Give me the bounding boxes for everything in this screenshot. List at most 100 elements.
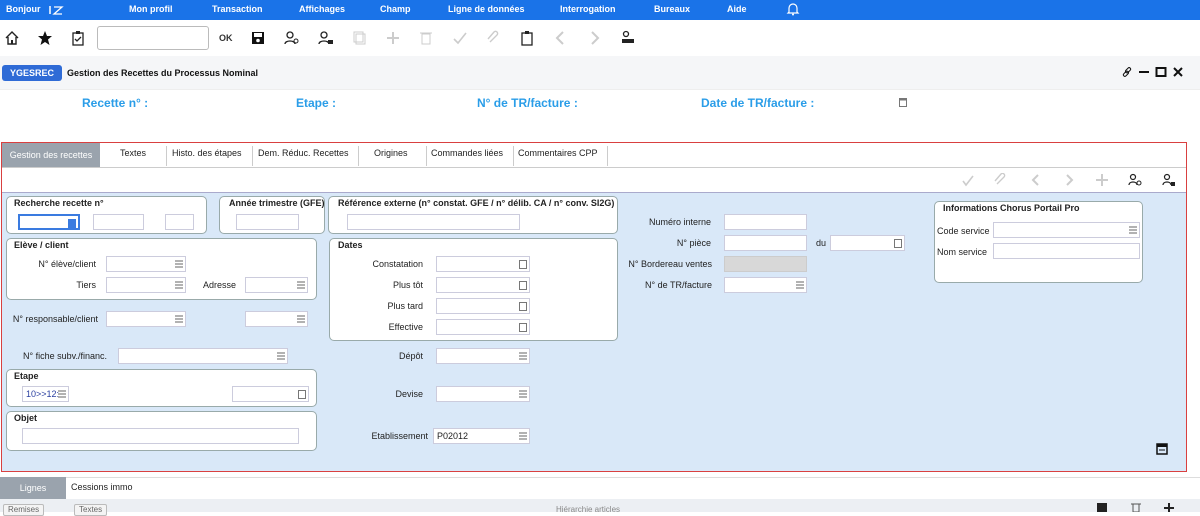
menu-bureaux[interactable]: Bureaux [654, 4, 690, 14]
constatation-field[interactable] [436, 256, 530, 272]
depot-field[interactable] [436, 348, 530, 364]
tab-commentaires-cpp[interactable]: Commentaires CPP [518, 148, 598, 158]
tr-facture-field[interactable] [724, 277, 807, 293]
tab-separator [513, 146, 514, 166]
close-icon[interactable] [1172, 66, 1184, 78]
menu-interrogation[interactable]: Interrogation [560, 4, 616, 14]
table-icon[interactable] [1156, 443, 1168, 455]
list-icon[interactable] [796, 281, 804, 290]
devise-field[interactable] [436, 386, 530, 402]
calendar-icon[interactable] [894, 239, 902, 248]
tab-textes[interactable]: Textes [120, 148, 146, 158]
code-service-field[interactable] [993, 222, 1140, 238]
clipboard-icon[interactable] [519, 30, 535, 46]
calendar-icon[interactable] [519, 281, 527, 290]
hierarchy-label: Hiérarchie articles [556, 505, 621, 514]
minimize-icon[interactable] [1138, 66, 1150, 78]
tab-histo-etapes[interactable]: Histo. des étapes [172, 148, 242, 158]
responsable-field[interactable] [106, 311, 186, 327]
tiers-field[interactable] [106, 277, 186, 293]
eleve-no-field[interactable] [106, 256, 186, 272]
list-icon[interactable] [519, 432, 527, 441]
home-icon[interactable] [4, 30, 20, 46]
menu-affichages[interactable]: Affichages [299, 4, 345, 14]
calendar-icon[interactable] [519, 302, 527, 311]
menu-mon-profil[interactable]: Mon profil [129, 4, 173, 14]
effective-field[interactable] [436, 319, 530, 335]
save-icon[interactable] [1097, 503, 1107, 512]
recherche-recette-field-3[interactable] [165, 214, 194, 230]
list-icon[interactable] [519, 352, 527, 361]
copy-icon [352, 30, 368, 46]
piece-field[interactable] [724, 235, 807, 251]
stamp-icon[interactable] [620, 30, 636, 46]
recette-header-label: Recette n° : [82, 96, 149, 110]
etablissement-label: Etablissement [371, 431, 428, 441]
tab-commandes-liees[interactable]: Commandes liées [431, 148, 503, 158]
plus-tot-field[interactable] [436, 277, 530, 293]
tab-origines[interactable]: Origines [374, 148, 408, 158]
calendar-icon[interactable] [899, 97, 907, 107]
code-service-label: Code service [937, 226, 990, 236]
maximize-icon[interactable] [1155, 66, 1167, 78]
date-tr-header-label: Date de TR/facture : [701, 96, 815, 110]
calendar-icon[interactable] [519, 323, 527, 332]
list-icon[interactable] [175, 315, 183, 324]
chorus-box [934, 201, 1143, 283]
window-title: Gestion des Recettes du Processus Nomina… [67, 68, 259, 78]
top-menu-bar: Bonjour Mon profil Transaction Affichage… [0, 0, 1200, 20]
calendar-icon[interactable] [298, 390, 306, 399]
reference-externe-field[interactable] [347, 214, 520, 230]
list-icon[interactable] [297, 315, 305, 324]
quick-search-input[interactable] [97, 26, 209, 50]
link-icon[interactable] [1121, 66, 1133, 78]
clipboard-check-icon[interactable] [70, 30, 86, 46]
etape-field[interactable]: 10>>12: [22, 386, 69, 402]
bell-icon[interactable] [786, 2, 800, 16]
list-icon[interactable] [519, 390, 527, 399]
user-key-icon[interactable] [1162, 173, 1176, 187]
add-icon [1095, 173, 1109, 187]
tab-dem-reduc-recettes[interactable]: Dem. Réduc. Recettes [258, 148, 349, 158]
recherche-recette-field-2[interactable] [93, 214, 144, 230]
numero-interne-field[interactable] [724, 214, 807, 230]
responsable-field-2[interactable] [245, 311, 308, 327]
list-icon[interactable] [1129, 226, 1137, 235]
remises-button[interactable]: Remises [3, 504, 45, 516]
tab-lignes[interactable]: Lignes [0, 477, 66, 499]
annee-trimestre-field[interactable] [236, 214, 299, 230]
ok-button[interactable]: OK [219, 33, 233, 43]
textes-button[interactable]: Textes [74, 504, 108, 516]
piece-date-field[interactable] [830, 235, 905, 251]
depot-label: Dépôt [398, 351, 423, 361]
etape-date-field[interactable] [232, 386, 309, 402]
fiche-subv-field[interactable] [118, 348, 288, 364]
tab-cessions-immo[interactable]: Cessions immo [71, 482, 133, 492]
save-icon[interactable] [250, 30, 266, 46]
list-icon[interactable] [175, 260, 183, 269]
menu-champ[interactable]: Champ [380, 4, 411, 14]
menu-ligne-de-donnees[interactable]: Ligne de données [448, 4, 525, 14]
menu-aide[interactable]: Aide [727, 4, 747, 14]
list-icon[interactable] [175, 281, 183, 290]
nom-service-label: Nom service [937, 247, 988, 257]
tab-gestion-des-recettes[interactable]: Gestion des recettes [2, 143, 100, 168]
list-icon[interactable] [68, 219, 76, 228]
objet-field[interactable] [22, 428, 299, 444]
user-search-icon[interactable] [1128, 173, 1142, 187]
list-icon[interactable] [58, 390, 66, 399]
user-search-icon[interactable] [284, 30, 300, 46]
adresse-field[interactable] [245, 277, 308, 293]
nom-service-field[interactable] [993, 243, 1140, 259]
user-key-icon[interactable] [318, 30, 334, 46]
calendar-icon[interactable] [519, 260, 527, 269]
star-icon[interactable] [37, 30, 53, 46]
plus-tard-field[interactable] [436, 298, 530, 314]
list-icon[interactable] [297, 281, 305, 290]
etablissement-field[interactable]: P02012 [433, 428, 530, 444]
list-icon[interactable] [277, 352, 285, 361]
recherche-recette-field-1[interactable] [18, 214, 80, 230]
menu-transaction[interactable]: Transaction [212, 4, 263, 14]
add-icon[interactable] [1164, 503, 1174, 512]
trash-icon[interactable] [1131, 503, 1141, 513]
